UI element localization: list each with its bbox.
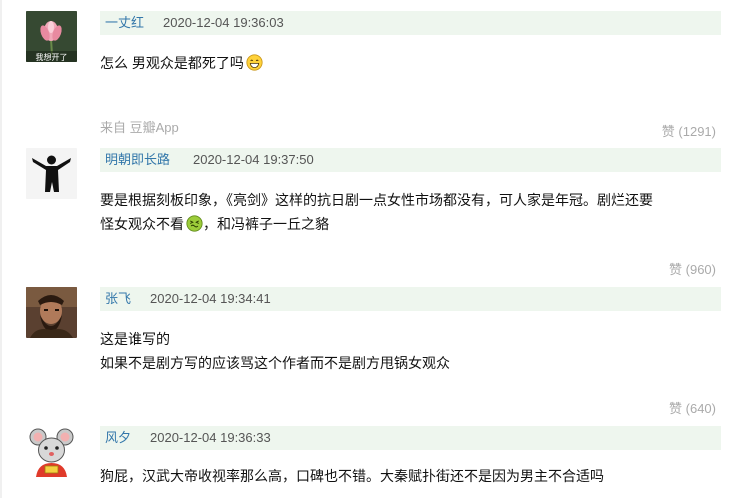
comment-time: 2020-12-04 19:34:41 (150, 291, 271, 306)
avatar-caption: 我想开了 (36, 52, 68, 62)
avatar[interactable] (26, 426, 77, 477)
comment-text: 狗屁，汉武大帝收视率那么高，口碑也不错。大秦赋扑街还不是因为男主不合适吗 (100, 464, 720, 488)
comment-header: 张飞 2020-12-04 19:34:41 (100, 287, 721, 311)
comment-line: 要是根据刻板印象，《亮剑》这样的抗日剧一点女性市场都没有，可人家是年冠。剧烂还要 (100, 192, 653, 208)
grin-emoji-icon (246, 54, 263, 71)
username-link[interactable]: 明朝即长路 (105, 148, 170, 172)
comment-text: 怎么 男观众是都死了吗 (100, 51, 720, 75)
comment-text: 要是根据刻板印象，《亮剑》这样的抗日剧一点女性市场都没有，可人家是年冠。剧烂还要… (100, 188, 720, 236)
comment-line: 怪女观众不看 ，和冯裤子一丘之貉 (100, 215, 329, 232)
comment-line: 怎么 男观众是都死了吗 (100, 55, 244, 71)
comment-text: 这是谁写的 如果不是剧方写的应该骂这个作者而不是剧方甩锅女观众 (100, 327, 720, 375)
comment-line: 这是谁写的 (100, 331, 170, 347)
comment-header: 一丈红 2020-12-04 19:36:03 (100, 11, 721, 35)
username-link[interactable]: 张飞 (105, 287, 131, 311)
comment-time: 2020-12-04 19:36:03 (163, 15, 284, 30)
avatar[interactable]: 我想开了 (26, 11, 77, 62)
comment-time: 2020-12-04 19:37:50 (193, 152, 314, 167)
lotus-avatar-icon: 我想开了 (26, 11, 77, 62)
comment-header: 风夕 2020-12-04 19:36:33 (100, 426, 721, 450)
comment-header: 明朝即长路 2020-12-04 19:37:50 (100, 148, 721, 172)
comment-time: 2020-12-04 19:36:33 (150, 430, 271, 445)
left-border (0, 0, 2, 498)
source-label: 来自 豆瓣App (100, 120, 179, 135)
avatar[interactable] (26, 148, 77, 199)
warrior-avatar-icon (26, 287, 77, 338)
avatar[interactable] (26, 287, 77, 338)
comment-line: 狗屁，汉武大帝收视率那么高，口碑也不错。大秦赋扑街还不是因为男主不合适吗 (100, 468, 604, 484)
username-link[interactable]: 一丈红 (105, 11, 144, 35)
comment-line: 如果不是剧方写的应该骂这个作者而不是剧方甩锅女观众 (100, 355, 450, 371)
like-button[interactable]: 赞 (1291) (662, 121, 716, 140)
mouse-avatar-icon (26, 426, 77, 477)
silhouette-avatar-icon (26, 148, 77, 199)
nauseated-emoji-icon (186, 215, 203, 232)
like-button[interactable]: 赞 (640) (669, 398, 716, 417)
username-link[interactable]: 风夕 (105, 426, 131, 450)
like-button[interactable]: 赞 (960) (669, 259, 716, 278)
